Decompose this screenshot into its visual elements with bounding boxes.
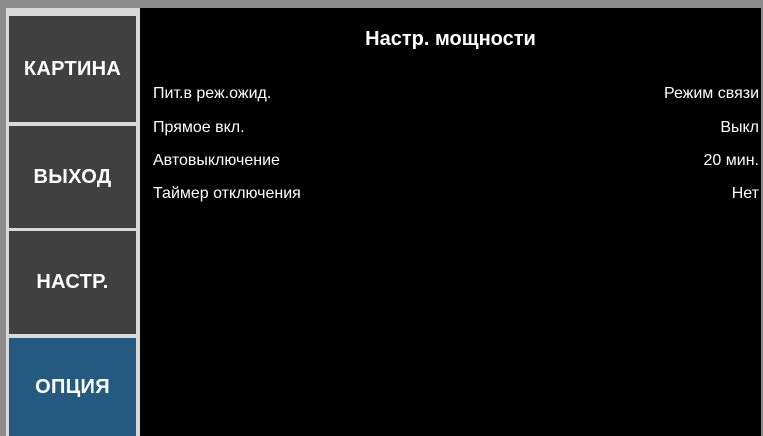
setting-label: Таймер отключения <box>153 185 301 202</box>
tab-output[interactable]: ВЫХОД <box>9 126 136 228</box>
setting-row-auto-power-off[interactable]: Автовыключение 20 мин. <box>153 149 759 173</box>
sidebar-menu: КАРТИНА ВЫХОД НАСТР. ОПЦИЯ <box>6 8 140 436</box>
setting-row-standby-power[interactable]: Пит.в реж.ожид. Режим связи <box>153 82 759 106</box>
setting-value: Выкл <box>720 119 759 136</box>
setting-label: Прямое вкл. <box>153 119 245 136</box>
setting-row-direct-power-on[interactable]: Прямое вкл. Выкл <box>153 116 759 140</box>
setting-value: 20 мин. <box>703 152 759 169</box>
setting-label: Автовыключение <box>153 152 280 169</box>
tab-settings[interactable]: НАСТР. <box>9 231 136 334</box>
setting-row-sleep-timer[interactable]: Таймер отключения Нет <box>153 182 759 206</box>
setting-value: Режим связи <box>663 85 759 102</box>
settings-panel: Настр. мощности Пит.в реж.ожид. Режим св… <box>140 8 761 436</box>
panel-title: Настр. мощности <box>365 28 536 50</box>
tab-picture[interactable]: КАРТИНА <box>9 16 136 122</box>
tab-option[interactable]: ОПЦИЯ <box>9 338 136 436</box>
setting-value: Нет <box>731 185 759 202</box>
setting-label: Пит.в реж.ожид. <box>153 85 272 102</box>
